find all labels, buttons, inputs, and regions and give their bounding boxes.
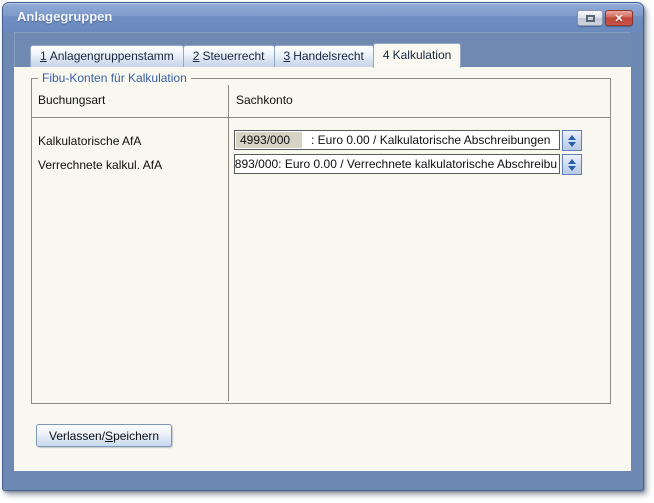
sachkonto-field-kalkulatorische-afa[interactable]: 4993/000 : Euro 0.00 / Kalkulatorische A… bbox=[234, 130, 560, 150]
close-icon: ✕ bbox=[614, 12, 623, 25]
tab-label: Kalkulation bbox=[393, 48, 452, 62]
tab-label: Handelsrecht bbox=[293, 49, 364, 63]
save-button-label-post: peichern bbox=[113, 429, 159, 443]
header-separator-line bbox=[32, 117, 610, 118]
account-number-segment: 4993/000 bbox=[236, 132, 302, 148]
column-header-sachkonto: Sachkonto bbox=[236, 93, 293, 107]
column-header-buchungsart: Buchungsart bbox=[38, 93, 105, 107]
tab-label: Steuerrecht bbox=[202, 49, 264, 63]
close-button[interactable]: ✕ bbox=[605, 10, 633, 26]
window-title: Anlagegruppen bbox=[17, 3, 112, 31]
account-full-text: 2893/000: Euro 0.00 / Verrechnete kalkul… bbox=[234, 157, 559, 171]
tab-handelsrecht[interactable]: 3Handelsrecht bbox=[274, 45, 374, 67]
spinner-down-icon bbox=[568, 142, 576, 147]
tab-mnemonic: 2 bbox=[193, 49, 200, 63]
sachkonto-field-verrechnete-afa[interactable]: 2893/000: Euro 0.00 / Verrechnete kalkul… bbox=[234, 154, 560, 174]
tab-label: Anlagengruppenstamm bbox=[50, 49, 174, 63]
dialog-client-area: 1Anlagengruppenstamm 2Steuerrecht 3Hande… bbox=[14, 32, 631, 471]
tab-mnemonic: 3 bbox=[284, 49, 291, 63]
column-divider-line bbox=[228, 85, 229, 401]
row-label-verrechnete-kalkul-afa: Verrechnete kalkul. AfA bbox=[38, 158, 162, 172]
account-detail-text: : Euro 0.00 / Kalkulatorische Abschreibu… bbox=[311, 133, 550, 147]
spinner-up-icon bbox=[568, 135, 576, 140]
groupbox-title: Fibu-Konten für Kalkulation bbox=[38, 71, 191, 85]
anlagegruppen-window: Anlagegruppen ✕ 1Anlagengruppenstamm 2St… bbox=[2, 2, 644, 491]
minimize-box-icon bbox=[586, 15, 595, 22]
tab-page-kalkulation: Fibu-Konten für Kalkulation Buchungsart … bbox=[14, 67, 631, 471]
verlassen-speichern-button[interactable]: Verlassen/Speichern bbox=[36, 424, 172, 447]
tab-anlagengruppenstamm[interactable]: 1Anlagengruppenstamm bbox=[30, 45, 184, 67]
sachkonto-spinner-verrechnete-afa[interactable] bbox=[562, 154, 582, 175]
save-button-label-pre: Verlassen/ bbox=[49, 429, 105, 443]
sachkonto-spinner-kalkulatorische-afa[interactable] bbox=[562, 130, 582, 151]
tab-mnemonic: 4 bbox=[383, 48, 390, 62]
fibu-konten-groupbox: Fibu-Konten für Kalkulation Buchungsart … bbox=[31, 78, 611, 404]
minimize-button[interactable] bbox=[577, 10, 603, 26]
titlebar[interactable]: Anlagegruppen ✕ bbox=[3, 3, 643, 32]
tab-steuerrecht[interactable]: 2Steuerrecht bbox=[183, 45, 275, 67]
tab-mnemonic: 1 bbox=[40, 49, 47, 63]
tab-strip: 1Anlagengruppenstamm 2Steuerrecht 3Hande… bbox=[30, 42, 461, 67]
spinner-up-icon bbox=[568, 159, 576, 164]
save-button-mnemonic: S bbox=[105, 429, 113, 443]
tab-kalkulation[interactable]: 4Kalkulation bbox=[373, 43, 461, 68]
row-label-kalkulatorische-afa: Kalkulatorische AfA bbox=[38, 134, 141, 148]
spinner-down-icon bbox=[568, 166, 576, 171]
